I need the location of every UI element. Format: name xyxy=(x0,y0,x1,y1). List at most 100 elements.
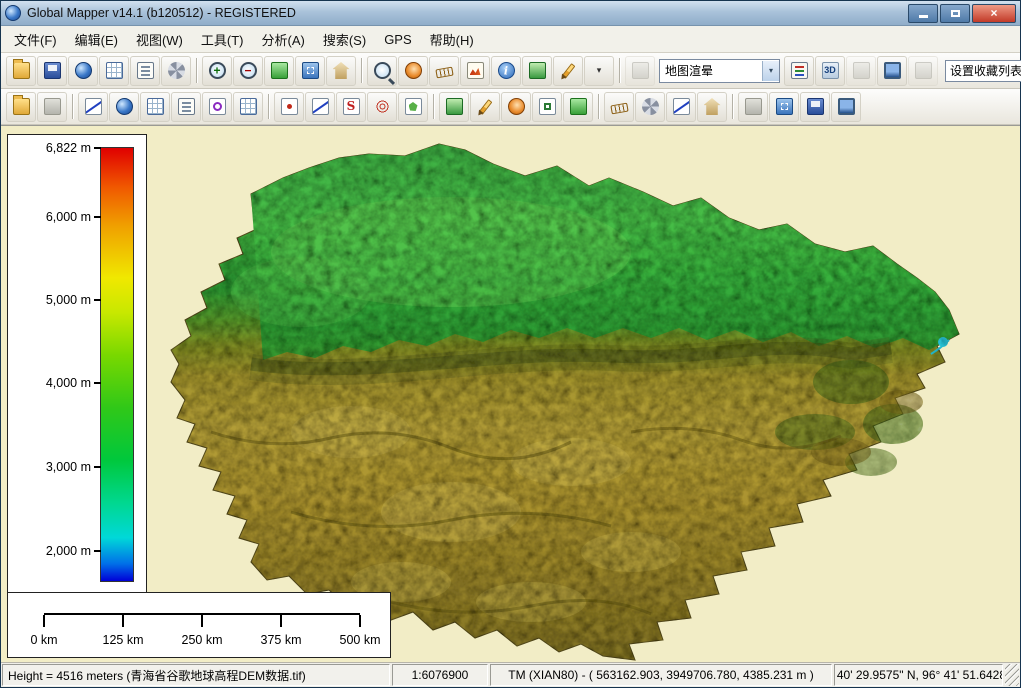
move-feature-button[interactable] xyxy=(501,92,531,122)
create-point-icon xyxy=(281,98,298,115)
dual-view-button[interactable] xyxy=(877,56,907,86)
full-extent-button[interactable] xyxy=(295,56,325,86)
menu-analysis[interactable]: 分析(A) xyxy=(253,26,314,53)
path-profile-button[interactable] xyxy=(460,56,490,86)
menu-edit[interactable]: 编辑(E) xyxy=(66,26,127,53)
create-line-button[interactable] xyxy=(305,92,335,122)
zoom-tool-button[interactable] xyxy=(367,56,397,86)
title-bar[interactable]: Global Mapper v14.1 (b120512) - REGISTER… xyxy=(1,1,1020,26)
grid-setup-button[interactable] xyxy=(140,92,170,122)
select-features-icon xyxy=(446,98,463,115)
image-swipe-button[interactable] xyxy=(846,56,876,86)
overlay-center-button[interactable] xyxy=(99,56,129,86)
connect-lines-button[interactable] xyxy=(666,92,696,122)
erase-tool-button[interactable] xyxy=(738,92,768,122)
clear-layers-button[interactable] xyxy=(37,92,67,122)
map-canvas[interactable]: 6,822 m 6,000 m 5,000 m 4,000 m 3,000 m … xyxy=(1,125,1020,662)
open-file-button[interactable] xyxy=(6,56,36,86)
menu-tools[interactable]: 工具(T) xyxy=(192,26,253,53)
minimize-icon xyxy=(919,15,928,18)
combine-features-button[interactable] xyxy=(563,92,593,122)
scale-tick xyxy=(280,615,282,627)
legend-label: 5,000 m xyxy=(46,293,91,307)
elevation-gradient-bar xyxy=(100,147,134,582)
favorites-input[interactable] xyxy=(945,60,1021,82)
save-icon xyxy=(44,62,61,79)
shader-combobox[interactable]: 地图渲晕 ▾ xyxy=(659,59,780,83)
menu-search[interactable]: 搜索(S) xyxy=(314,26,375,53)
zoom-selection-button[interactable] xyxy=(264,56,294,86)
stream-digitize-button[interactable] xyxy=(78,92,108,122)
pie-analysis-button[interactable] xyxy=(202,92,232,122)
create-area-button[interactable] xyxy=(398,92,428,122)
range-rings-icon xyxy=(374,98,391,115)
zoom-out-button[interactable] xyxy=(233,56,263,86)
resize-grip[interactable] xyxy=(1005,664,1019,686)
select-features-button[interactable] xyxy=(439,92,469,122)
zoom-in-button[interactable] xyxy=(202,56,232,86)
open-file-icon xyxy=(13,62,30,79)
measure-feature-button[interactable] xyxy=(604,92,634,122)
create-area-icon xyxy=(405,98,422,115)
shader-value: 地图渲晕 xyxy=(665,62,713,79)
select-tool-button[interactable] xyxy=(522,56,552,86)
scale-tick xyxy=(359,615,361,627)
redo-edit-button[interactable] xyxy=(831,92,861,122)
maximize-icon xyxy=(951,10,960,17)
3d-view-button[interactable]: 3D xyxy=(815,56,845,86)
download-online-button[interactable] xyxy=(68,56,98,86)
raster-grid-button[interactable] xyxy=(233,92,263,122)
options-button[interactable] xyxy=(161,56,191,86)
status-projection: TM (XIAN80) - ( 563162.903, 3949706.780,… xyxy=(490,664,832,686)
combo-chevron-icon[interactable]: ▾ xyxy=(762,61,779,81)
map-layout-button[interactable] xyxy=(130,56,160,86)
pie-icon xyxy=(209,98,226,115)
scale-bar: 0 km 125 km 250 km 375 km 500 km xyxy=(7,592,391,658)
menu-file[interactable]: 文件(F) xyxy=(5,26,66,53)
minimize-button[interactable] xyxy=(908,4,938,23)
more-tools-button[interactable]: ▾ xyxy=(584,56,614,86)
script-editor-button[interactable] xyxy=(171,92,201,122)
overlay-control-button[interactable] xyxy=(784,56,814,86)
menu-gps[interactable]: GPS xyxy=(375,28,420,51)
range-rings-button[interactable] xyxy=(367,92,397,122)
create-point-button[interactable] xyxy=(274,92,304,122)
status-position: 35° 40' 29.9575" N, 96° 41' 51.6428" E xyxy=(834,664,1003,686)
crop-features-button[interactable] xyxy=(532,92,562,122)
pan-tool-button[interactable] xyxy=(398,56,428,86)
clear-layers-icon xyxy=(44,98,61,115)
cut-tool-icon xyxy=(642,98,659,115)
close-button[interactable]: × xyxy=(972,4,1016,23)
load-project-button[interactable] xyxy=(6,92,36,122)
magnifier-icon xyxy=(374,62,391,79)
feature-info-button[interactable] xyxy=(491,56,521,86)
save-workspace-button[interactable] xyxy=(37,56,67,86)
paint-terrain-button[interactable] xyxy=(697,92,727,122)
menu-view[interactable]: 视图(W) xyxy=(127,26,192,53)
redo-icon xyxy=(838,98,855,115)
move-feature-icon xyxy=(508,98,525,115)
create-spline-button[interactable]: S xyxy=(336,92,366,122)
edit-feature-button[interactable] xyxy=(470,92,500,122)
zoom-in-icon xyxy=(209,62,226,79)
export-data-button[interactable] xyxy=(800,92,830,122)
digitizer-button[interactable] xyxy=(553,56,583,86)
walk-mode-button[interactable] xyxy=(625,56,655,86)
undo-edit-button[interactable] xyxy=(769,92,799,122)
scale-tick xyxy=(122,615,124,627)
load-project-icon xyxy=(13,98,30,115)
stream-digitize-icon xyxy=(85,98,102,115)
menu-help[interactable]: 帮助(H) xyxy=(421,26,483,53)
online-sources-button[interactable] xyxy=(109,92,139,122)
image-swipe-icon xyxy=(853,62,870,79)
previous-view-button[interactable] xyxy=(326,56,356,86)
toolbar-separator xyxy=(598,94,599,119)
sync-views-button[interactable] xyxy=(908,56,938,86)
main-toolbar: ▾ 地图渲晕 ▾ 3D xyxy=(1,53,1020,89)
terrain-map[interactable] xyxy=(151,132,963,662)
measure-tool-button[interactable] xyxy=(429,56,459,86)
cut-tool-button[interactable] xyxy=(635,92,665,122)
toolbar-separator xyxy=(196,58,197,83)
window-title: Global Mapper v14.1 (b120512) - REGISTER… xyxy=(27,6,908,20)
maximize-button[interactable] xyxy=(940,4,970,23)
